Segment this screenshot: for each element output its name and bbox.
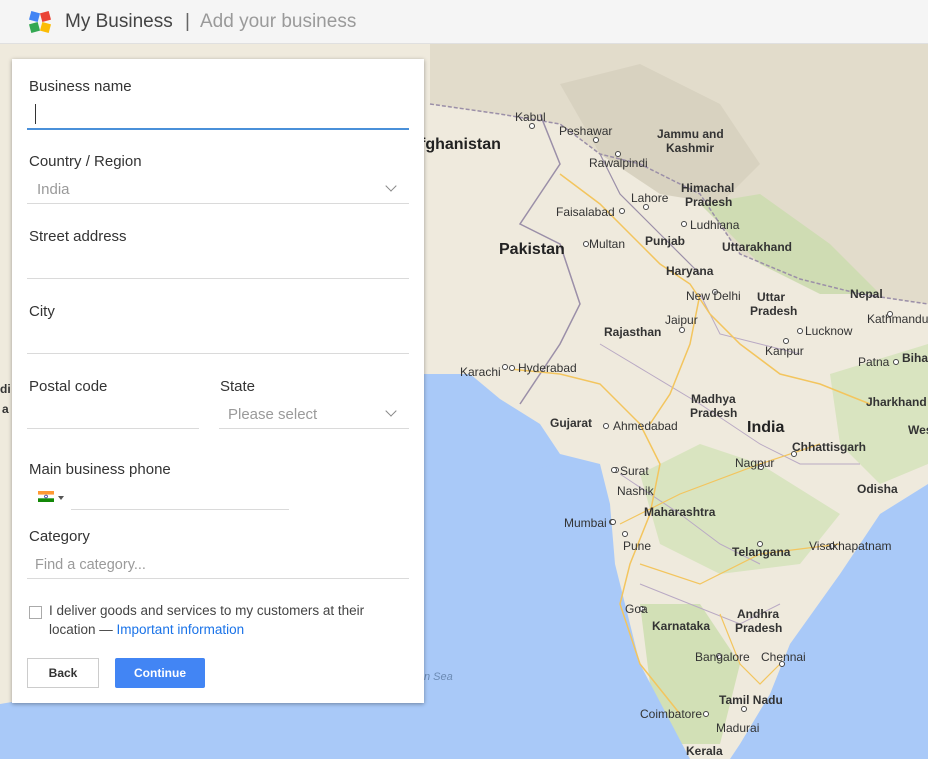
- map-label-kathmandu: Kathmandu: [867, 312, 928, 326]
- business-name-input[interactable]: [27, 128, 409, 130]
- important-information-link[interactable]: Important information: [117, 622, 245, 637]
- map-label-ahmedabad: Ahmedabad: [613, 419, 678, 433]
- map-label-madhya: Madhya: [691, 392, 736, 406]
- postal-code-input[interactable]: [27, 428, 199, 429]
- map-label-new-delhi: New Delhi: [686, 289, 741, 303]
- map-label-gujarat: Gujarat: [550, 416, 593, 430]
- city-input[interactable]: [27, 353, 409, 354]
- city-label: City: [29, 303, 55, 320]
- map-label-kabul: Kabul: [515, 110, 546, 124]
- map-label-chhattisgarh: Chhattisgarh: [792, 440, 867, 454]
- map-label-karnataka: Karnataka: [652, 619, 711, 633]
- top-bar: My Business | Add your business: [0, 0, 928, 44]
- category-label: Category: [29, 528, 90, 545]
- country-code-dropdown-icon[interactable]: [58, 496, 64, 500]
- map-label-lucknow: Lucknow: [805, 324, 853, 338]
- map-label-madurai: Madurai: [716, 721, 760, 735]
- map-label-nashik: Nashik: [617, 484, 654, 498]
- map-label-afghanistan: fghanistan: [420, 136, 501, 153]
- state-underline: [219, 428, 409, 429]
- street-address-label: Street address: [29, 228, 127, 245]
- map-label-nepal: Nepal: [850, 287, 883, 301]
- map-label-ludhiana: Ludhiana: [690, 218, 740, 232]
- google-my-business-logo[interactable]: [29, 11, 51, 33]
- map-label-pune: Pune: [623, 539, 652, 553]
- business-name-label: Business name: [29, 78, 132, 95]
- phone-input[interactable]: [71, 509, 289, 510]
- back-button[interactable]: Back: [27, 658, 99, 688]
- text-cursor: [35, 104, 36, 124]
- india-flag-icon[interactable]: [38, 491, 54, 502]
- map-label-bihar: Biha: [902, 351, 928, 365]
- state-label: State: [220, 378, 256, 395]
- category-underline: [27, 578, 409, 579]
- map-label-himachal: Himachal: [681, 181, 735, 195]
- chevron-down-icon[interactable]: [385, 405, 397, 417]
- map-label-rawalpindi: Rawalpindi: [589, 156, 648, 170]
- map-label-himachal-pradesh: Pradesh: [685, 195, 733, 209]
- map-label-coimbatore: Coimbatore: [640, 707, 703, 721]
- map-label-chennai: Chennai: [761, 650, 806, 664]
- map-label-lahore: Lahore: [631, 191, 669, 205]
- map-label-madhya-pradesh: Pradesh: [690, 406, 738, 420]
- continue-button[interactable]: Continue: [115, 658, 205, 688]
- map-label-tamil-nadu: Tamil Nadu: [719, 693, 783, 707]
- map-label-karachi: Karachi: [460, 365, 501, 379]
- map-label-visakhapatnam: Visakhapatnam: [809, 539, 892, 553]
- country-underline: [27, 203, 409, 204]
- map-label-mumbai: Mumbai: [564, 516, 607, 530]
- map-label-goa: Goa: [625, 602, 648, 616]
- map-label-india: India: [747, 419, 785, 436]
- delivery-text: I deliver goods and services to my custo…: [49, 601, 389, 639]
- map-label-hyderabad: Hyderabad: [518, 361, 577, 375]
- map-label-kashmir: Kashmir: [666, 141, 715, 155]
- map-label-jammu: Jammu and: [657, 127, 724, 141]
- map-label-uttar-pradesh: Pradesh: [750, 304, 798, 318]
- map-label-faisalabad: Faisalabad: [556, 205, 615, 219]
- map-label-uttar: Uttar: [757, 290, 786, 304]
- postal-code-label: Postal code: [29, 378, 108, 395]
- map-label-rajasthan: Rajasthan: [604, 325, 662, 339]
- map-label-telangana: Telangana: [732, 545, 791, 559]
- map-label-jharkhand: Jharkhand: [866, 395, 927, 409]
- page-subtitle: Add your business: [200, 11, 357, 32]
- map-label-kerala: Kerala: [686, 744, 723, 758]
- category-input[interactable]: Find a category...: [35, 557, 146, 573]
- country-label: Country / Region: [29, 153, 142, 170]
- map-label-nagpur: Nagpur: [735, 456, 775, 470]
- delivery-checkbox[interactable]: [29, 606, 42, 619]
- phone-label: Main business phone: [29, 461, 171, 478]
- chevron-down-icon[interactable]: [385, 180, 397, 192]
- map-label-sea: n Sea: [424, 671, 453, 683]
- map-label-punjab: Punjab: [645, 234, 686, 248]
- map-label-peshawar: Peshawar: [559, 124, 613, 138]
- map-label-multan: Multan: [589, 237, 626, 251]
- map-label-andhra-pradesh: Pradesh: [735, 621, 783, 635]
- map-label-edge-a: a: [2, 402, 9, 416]
- map-label-haryana: Haryana: [666, 264, 714, 278]
- state-select[interactable]: Please select: [228, 406, 317, 423]
- map-label-patna: Patna: [858, 355, 890, 369]
- map-label-pakistan: Pakistan: [499, 241, 565, 258]
- street-address-input[interactable]: [27, 278, 409, 279]
- map-label-jaipur: Jaipur: [665, 313, 698, 327]
- map-label-odisha: Odisha: [857, 482, 898, 496]
- map-label-andhra: Andhra: [737, 607, 779, 621]
- map-label-bangalore: Bangalore: [695, 650, 750, 664]
- map-label-kanpur: Kanpur: [765, 344, 804, 358]
- map-label-surat: Surat: [620, 464, 649, 478]
- map-label-west: Wes: [908, 423, 928, 437]
- map-label-maharashtra: Maharashtra: [644, 505, 716, 519]
- map-label-edge-di: di: [0, 382, 11, 396]
- add-business-form: Business name Country / Region India Str…: [12, 59, 424, 703]
- brand-title[interactable]: My Business: [65, 11, 173, 33]
- country-select[interactable]: India: [37, 181, 70, 198]
- map-label-uttarakhand: Uttarakhand: [722, 240, 793, 254]
- title-separator: |: [185, 11, 190, 32]
